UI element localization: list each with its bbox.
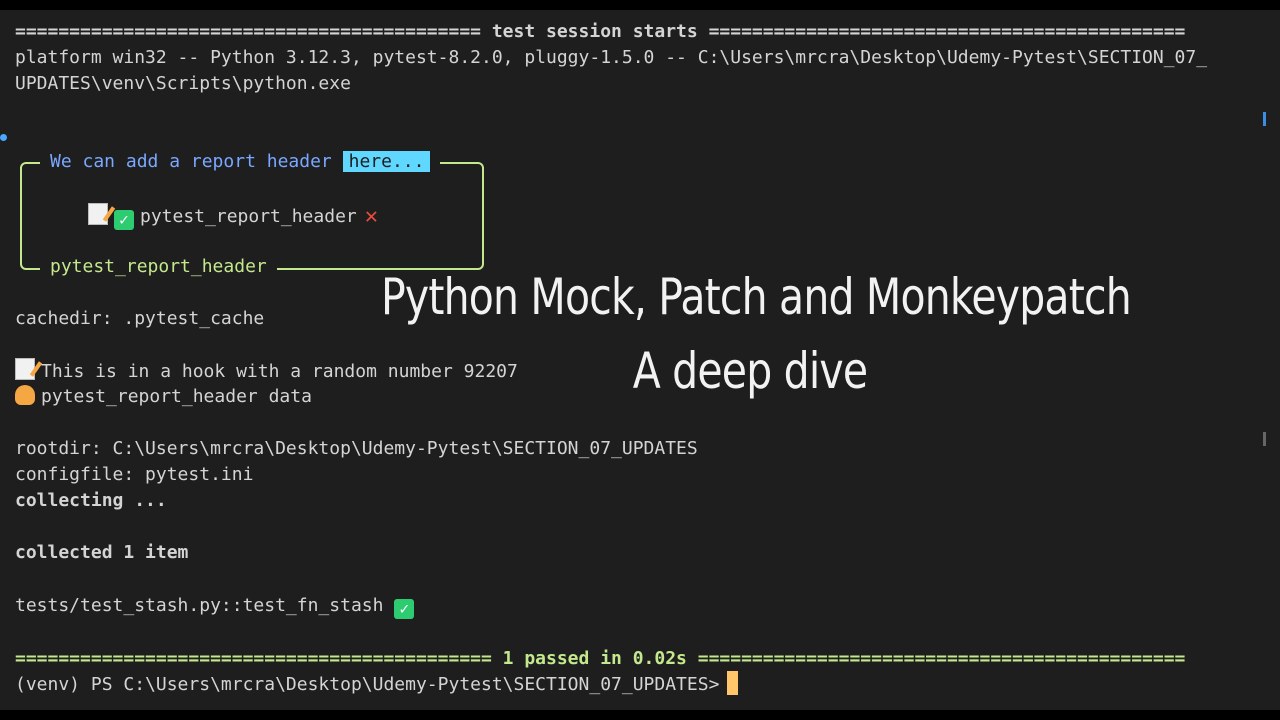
scrollbar-marker-secondary[interactable] — [1263, 432, 1266, 446]
check-mark-icon: ✓ — [394, 599, 415, 619]
session-start-banner: ========================================… — [15, 21, 1186, 42]
text-cursor — [727, 671, 739, 695]
report-box-title: We can add a report header here... — [40, 149, 441, 175]
rootdir-line: rootdir: C:\Users\mrcra\Desktop\Udemy-Py… — [15, 438, 698, 459]
collecting-line: collecting ... — [15, 490, 167, 511]
test-result-line: tests/test_stash.py::test_fn_stash ✓ — [15, 593, 420, 619]
test-result-text: tests/test_stash.py::test_fn_stash — [15, 595, 384, 616]
overlay-title-line-2: A deep dive — [632, 342, 868, 400]
cross-mark-icon: ✕ — [364, 204, 378, 229]
report-box-footer: pytest_report_header — [40, 254, 277, 280]
summary-banner: ========================================… — [15, 648, 1186, 669]
report-box-body-text: pytest_report_header — [140, 206, 357, 227]
overlay-title-line-1: Python Mock, Patch and Monkeypatch — [381, 268, 1132, 326]
terminal-window[interactable]: ========================================… — [0, 10, 1280, 710]
check-mark-icon: ✓ — [114, 210, 134, 230]
decoration-dot — [0, 134, 7, 141]
shell-prompt[interactable]: (venv) PS C:\Users\mrcra\Desktop\Udemy-P… — [15, 671, 739, 698]
hook-data-line: pytest_report_header data — [15, 384, 312, 410]
report-box-body: ✓ pytest_report_header ✕ — [88, 203, 378, 230]
report-header-box: We can add a report header here... ✓ pyte… — [20, 149, 484, 280]
memo-icon — [88, 203, 108, 225]
cachedir-line: cachedir: .pytest_cache — [15, 308, 265, 329]
platform-line-2: UPDATES\venv\Scripts\python.exe — [15, 73, 351, 94]
scrollbar-marker[interactable] — [1263, 112, 1266, 126]
hook-data-text: pytest_report_header data — [41, 386, 312, 407]
platform-line-1: platform win32 -- Python 3.12.3, pytest-… — [15, 47, 1208, 68]
collected-line: collected 1 item — [15, 542, 189, 563]
memo-icon — [15, 358, 35, 380]
configfile-line: configfile: pytest.ini — [15, 464, 254, 485]
report-box-title-text: We can add a report header — [50, 151, 332, 172]
shell-prompt-text: (venv) PS C:\Users\mrcra\Desktop\Udemy-P… — [15, 674, 720, 695]
person-raising-hand-icon — [15, 385, 35, 405]
report-box-highlight: here... — [342, 151, 431, 172]
